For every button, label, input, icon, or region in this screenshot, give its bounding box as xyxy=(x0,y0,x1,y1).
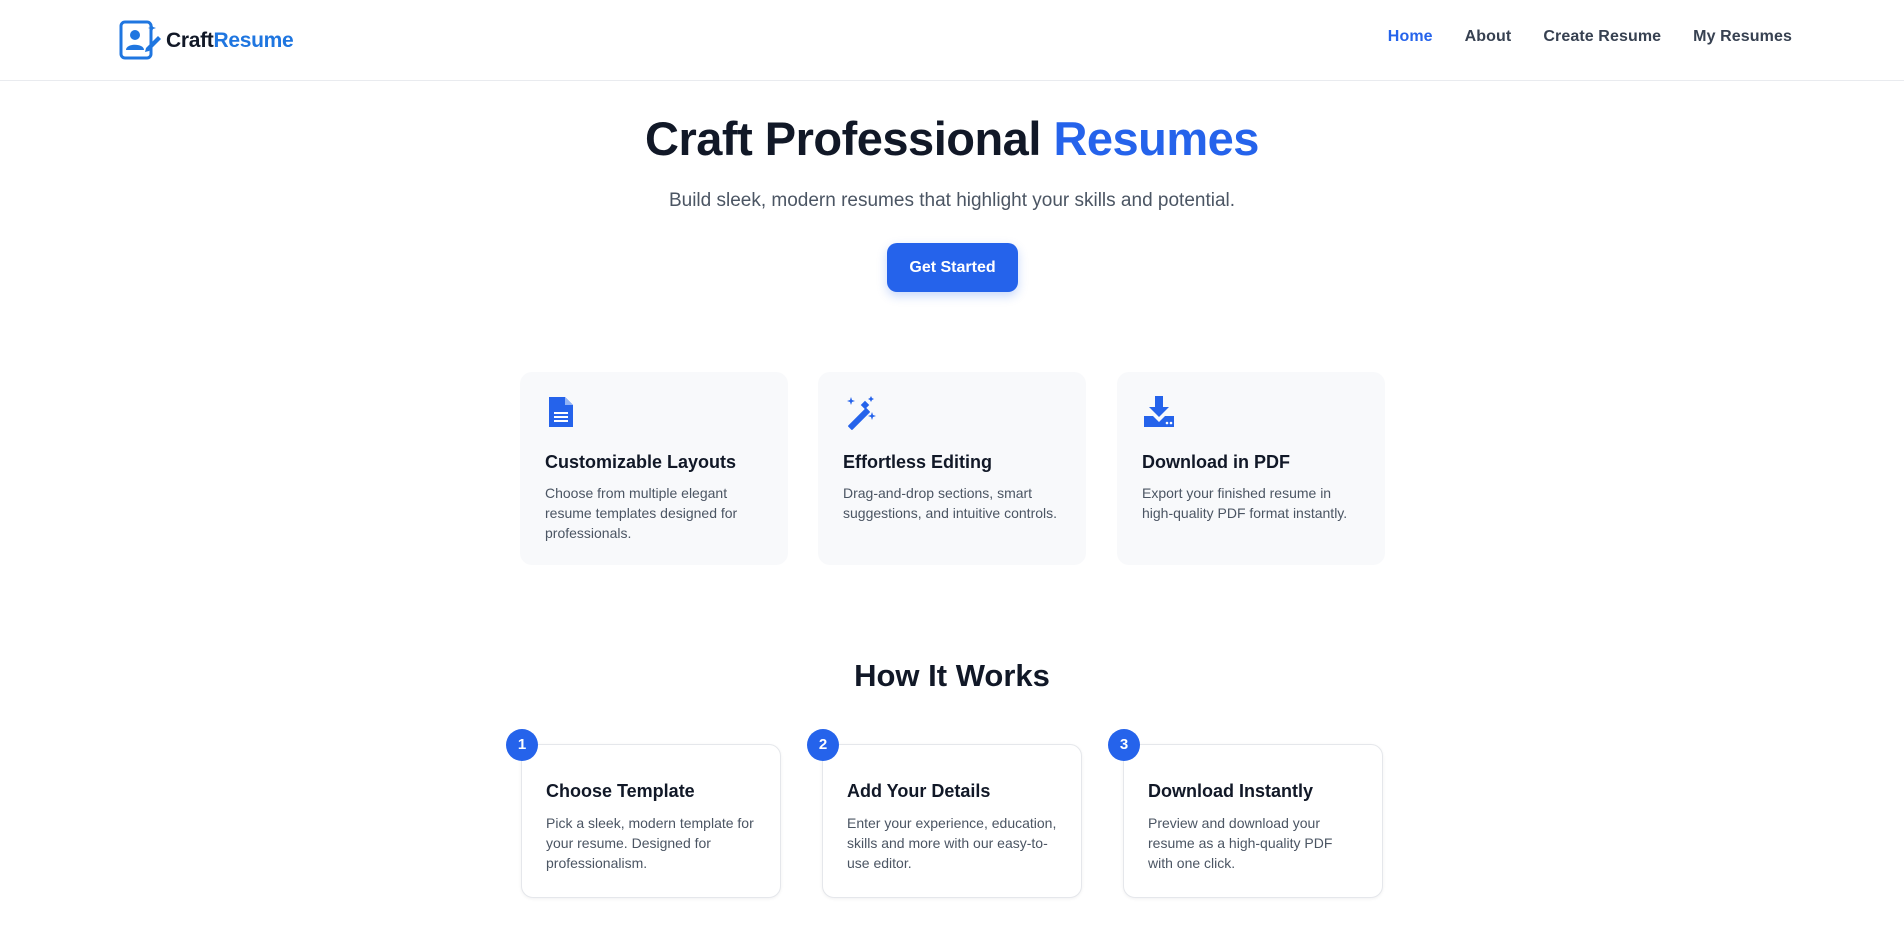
feature-card-layouts: Customizable Layouts Choose from multipl… xyxy=(520,372,788,565)
document-icon xyxy=(549,397,573,427)
feature-card-pdf: Download in PDF Export your finished res… xyxy=(1117,372,1385,565)
hero-section: Craft Professional Resumes Build sleek, … xyxy=(0,108,1904,214)
step-number-badge: 1 xyxy=(506,729,538,761)
nav-home[interactable]: Home xyxy=(1388,28,1433,46)
brand-name-part1: Craft xyxy=(166,28,214,52)
step-card-2: 2 Add Your Details Enter your experience… xyxy=(807,729,1082,898)
how-it-works-title: How It Works xyxy=(854,658,1050,693)
step-text: Pick a sleek, modern template for your r… xyxy=(546,815,754,871)
feature-text: Choose from multiple elegant resume temp… xyxy=(545,485,738,541)
step-text: Enter your experience, education, skills… xyxy=(847,815,1057,871)
get-started-button[interactable]: Get Started xyxy=(887,243,1018,292)
feature-title: Download in PDF xyxy=(1142,452,1290,472)
feature-title: Effortless Editing xyxy=(843,452,993,472)
site-header: CraftResume Home About Create Resume My … xyxy=(0,0,1904,81)
brand-name-part2: Resume xyxy=(213,28,294,52)
brand-logo[interactable]: CraftResume xyxy=(118,18,294,62)
step-title: Choose Template xyxy=(546,781,695,801)
feature-text: Drag-and-drop sections, smart suggestion… xyxy=(843,485,1058,521)
step-card-3: 3 Download Instantly Preview and downloa… xyxy=(1108,729,1383,898)
feature-title: Customizable Layouts xyxy=(545,452,737,472)
hero-title-accent: Resumes xyxy=(1053,112,1259,165)
hero-title: Craft Professional Resumes xyxy=(0,108,1904,170)
nav-about[interactable]: About xyxy=(1465,28,1512,46)
resume-logo-icon xyxy=(119,20,161,60)
magic-wand-icon xyxy=(847,396,876,430)
step-text: Preview and download your resume as a hi… xyxy=(1148,815,1333,871)
hero-subtitle: Build sleek, modern resumes that highlig… xyxy=(668,190,1236,211)
brand-name: CraftResume xyxy=(166,28,294,52)
step-number-badge: 2 xyxy=(807,729,839,761)
download-icon xyxy=(1144,396,1174,427)
feature-card-editing: Effortless Editing Drag-and-drop section… xyxy=(818,372,1086,565)
nav-my-resumes[interactable]: My Resumes xyxy=(1693,28,1792,46)
step-title: Download Instantly xyxy=(1148,781,1314,801)
step-number-badge: 3 xyxy=(1108,729,1140,761)
nav-create-resume[interactable]: Create Resume xyxy=(1543,28,1661,46)
step-card-1: 1 Choose Template Pick a sleek, modern t… xyxy=(506,729,781,898)
feature-text: Export your finished resume in high-qual… xyxy=(1142,485,1348,521)
step-title: Add Your Details xyxy=(847,781,991,801)
main-nav: Home About Create Resume My Resumes xyxy=(1388,28,1792,46)
hero-title-main: Craft Professional xyxy=(645,112,1041,165)
